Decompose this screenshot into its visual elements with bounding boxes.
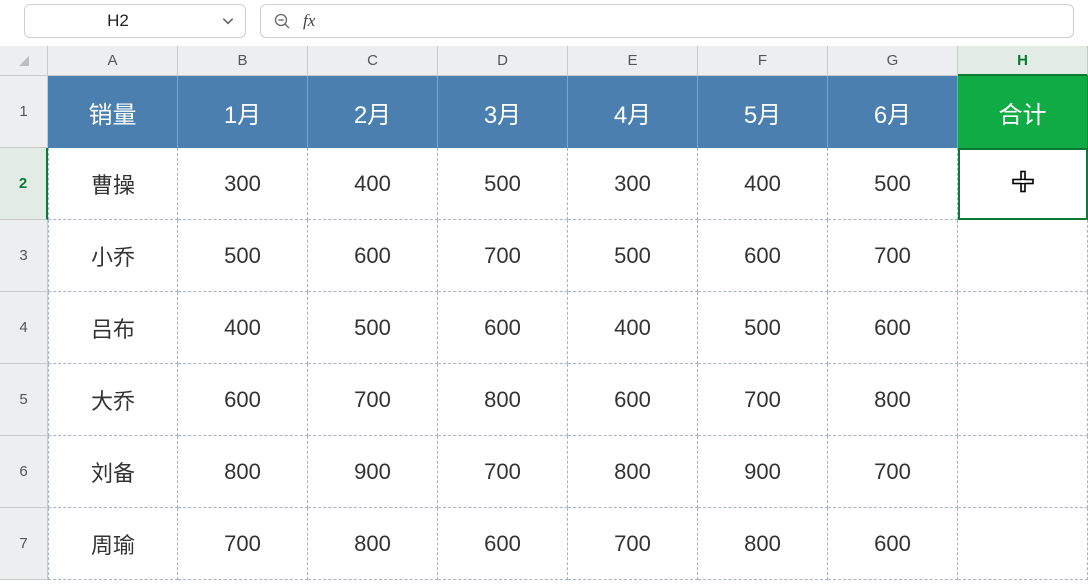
data-cell[interactable]: 周瑜 bbox=[48, 508, 178, 580]
table-row: 3 小乔 500 600 700 500 600 700 bbox=[0, 220, 1088, 292]
data-cell[interactable]: 500 bbox=[308, 292, 438, 364]
data-cell[interactable]: 700 bbox=[828, 436, 958, 508]
formula-input[interactable] bbox=[327, 5, 1073, 37]
data-cell[interactable] bbox=[958, 220, 1088, 292]
header-cell[interactable]: 2月 bbox=[308, 76, 438, 148]
col-head-B[interactable]: B bbox=[178, 46, 308, 76]
data-cell[interactable]: 800 bbox=[698, 508, 828, 580]
data-cell[interactable]: 曹操 bbox=[48, 148, 178, 220]
data-cell[interactable]: 700 bbox=[308, 364, 438, 436]
data-cell[interactable]: 900 bbox=[698, 436, 828, 508]
table-row: 2 曹操 300 400 500 300 400 500 bbox=[0, 148, 1088, 220]
formula-bar[interactable]: fx bbox=[260, 4, 1074, 38]
data-cell[interactable]: 600 bbox=[698, 220, 828, 292]
data-cell[interactable]: 500 bbox=[698, 292, 828, 364]
name-box[interactable]: H2 bbox=[24, 4, 246, 38]
data-cell[interactable]: 500 bbox=[828, 148, 958, 220]
data-cell[interactable]: 600 bbox=[438, 508, 568, 580]
header-cell-total[interactable]: 合计 bbox=[958, 76, 1088, 148]
col-head-F[interactable]: F bbox=[698, 46, 828, 76]
data-cell[interactable]: 600 bbox=[438, 292, 568, 364]
data-cell[interactable]: 700 bbox=[698, 364, 828, 436]
data-cell[interactable]: 600 bbox=[568, 364, 698, 436]
data-cell[interactable] bbox=[958, 364, 1088, 436]
data-cell[interactable]: 600 bbox=[828, 508, 958, 580]
data-cell[interactable]: 刘备 bbox=[48, 436, 178, 508]
data-cell[interactable]: 300 bbox=[178, 148, 308, 220]
data-cell[interactable]: 900 bbox=[308, 436, 438, 508]
header-cell[interactable]: 4月 bbox=[568, 76, 698, 148]
col-head-G[interactable]: G bbox=[828, 46, 958, 76]
header-cell[interactable]: 6月 bbox=[828, 76, 958, 148]
table-row: 5 大乔 600 700 800 600 700 800 bbox=[0, 364, 1088, 436]
table-row: 7 周瑜 700 800 600 700 800 600 bbox=[0, 508, 1088, 580]
table-row: 1 销量 1月 2月 3月 4月 5月 6月 合计 bbox=[0, 76, 1088, 148]
col-head-E[interactable]: E bbox=[568, 46, 698, 76]
data-cell[interactable]: 500 bbox=[438, 148, 568, 220]
column-header-row: A B C D E F G H bbox=[0, 46, 1088, 76]
data-cell[interactable]: 700 bbox=[828, 220, 958, 292]
zoom-out-icon[interactable] bbox=[273, 12, 291, 30]
data-cell[interactable]: 600 bbox=[308, 220, 438, 292]
data-cell[interactable] bbox=[958, 436, 1088, 508]
row-head-6[interactable]: 6 bbox=[0, 436, 48, 508]
header-cell[interactable]: 销量 bbox=[48, 76, 178, 148]
data-cell[interactable]: 吕布 bbox=[48, 292, 178, 364]
formula-toolbar: H2 fx bbox=[0, 0, 1088, 46]
row-head-2[interactable]: 2 bbox=[0, 148, 48, 220]
data-cell[interactable]: 800 bbox=[568, 436, 698, 508]
col-head-H[interactable]: H bbox=[958, 46, 1088, 76]
row-head-7[interactable]: 7 bbox=[0, 508, 48, 580]
data-cell[interactable]: 700 bbox=[178, 508, 308, 580]
data-cell[interactable]: 500 bbox=[178, 220, 308, 292]
data-cell[interactable]: 400 bbox=[698, 148, 828, 220]
data-cell[interactable]: 800 bbox=[828, 364, 958, 436]
col-head-A[interactable]: A bbox=[48, 46, 178, 76]
data-cell[interactable]: 600 bbox=[828, 292, 958, 364]
spreadsheet-grid[interactable]: A B C D E F G H 1 销量 1月 2月 3月 4月 5月 6月 合… bbox=[0, 46, 1088, 580]
select-all-corner[interactable] bbox=[0, 46, 48, 76]
data-cell[interactable]: 400 bbox=[308, 148, 438, 220]
row-head-5[interactable]: 5 bbox=[0, 364, 48, 436]
data-cell[interactable]: 小乔 bbox=[48, 220, 178, 292]
data-cell[interactable] bbox=[958, 148, 1088, 220]
data-cell[interactable]: 700 bbox=[568, 508, 698, 580]
row-head-3[interactable]: 3 bbox=[0, 220, 48, 292]
data-cell[interactable]: 600 bbox=[178, 364, 308, 436]
data-cell[interactable]: 800 bbox=[308, 508, 438, 580]
name-box-value: H2 bbox=[25, 11, 211, 31]
table-row: 6 刘备 800 900 700 800 900 700 bbox=[0, 436, 1088, 508]
data-cell[interactable]: 400 bbox=[568, 292, 698, 364]
row-head-4[interactable]: 4 bbox=[0, 292, 48, 364]
data-cell[interactable]: 800 bbox=[438, 364, 568, 436]
data-cell[interactable]: 500 bbox=[568, 220, 698, 292]
col-head-C[interactable]: C bbox=[308, 46, 438, 76]
data-cell[interactable]: 800 bbox=[178, 436, 308, 508]
table-row: 4 吕布 400 500 600 400 500 600 bbox=[0, 292, 1088, 364]
data-cell[interactable]: 700 bbox=[438, 436, 568, 508]
header-cell[interactable]: 1月 bbox=[178, 76, 308, 148]
data-cell[interactable]: 300 bbox=[568, 148, 698, 220]
data-cell[interactable]: 大乔 bbox=[48, 364, 178, 436]
header-cell[interactable]: 5月 bbox=[698, 76, 828, 148]
chevron-down-icon[interactable] bbox=[211, 14, 245, 28]
data-cell[interactable] bbox=[958, 508, 1088, 580]
data-cell[interactable] bbox=[958, 292, 1088, 364]
data-cell[interactable]: 700 bbox=[438, 220, 568, 292]
fx-label: fx bbox=[303, 11, 315, 31]
row-head-1[interactable]: 1 bbox=[0, 76, 48, 148]
header-cell[interactable]: 3月 bbox=[438, 76, 568, 148]
col-head-D[interactable]: D bbox=[438, 46, 568, 76]
data-cell[interactable]: 400 bbox=[178, 292, 308, 364]
